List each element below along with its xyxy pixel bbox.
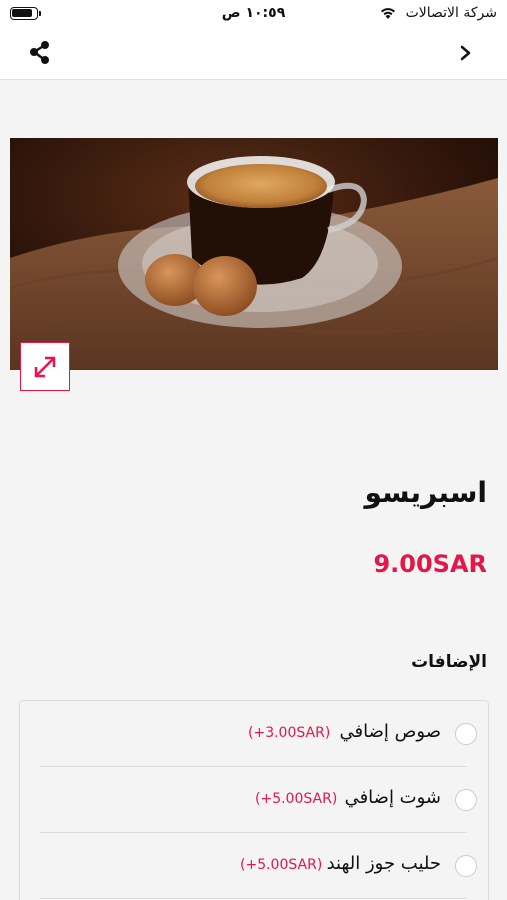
product-price: 9.00SAR [373,550,487,578]
share-icon[interactable] [26,39,54,67]
addon-option[interactable]: صوص إضافي (+3.00SAR) [40,701,477,767]
nav-bar [0,30,507,80]
addons-list: صوص إضافي (+3.00SAR) شوت إضافي (+5.00SAR… [19,700,489,900]
addon-radio[interactable] [455,789,477,811]
expand-image-button[interactable] [20,342,70,391]
carrier-name: شركة الاتصالات [405,5,497,21]
wifi-icon [381,8,395,19]
addon-name: شوت إضافي [344,787,441,808]
addons-title: الإضافات [411,652,487,672]
status-bar: ١٠:٥٩ ص شركة الاتصالات [0,0,507,30]
addon-price: (+5.00SAR) [240,857,323,873]
chevron-right-icon[interactable] [459,42,473,64]
addon-price: (+3.00SAR) [248,725,331,741]
addon-price: (+5.00SAR) [255,791,338,807]
addon-radio[interactable] [455,855,477,877]
product-image [10,138,498,370]
addon-radio[interactable] [455,723,477,745]
addon-option[interactable]: شوت إضافي (+5.00SAR) [40,767,477,833]
addon-name: صوص إضافي [339,721,441,742]
product-name: اسبريسو [364,476,487,509]
addon-option[interactable]: حليب جوز الهند (+5.00SAR) [40,833,477,899]
expand-icon [34,356,56,377]
addon-name: حليب جوز الهند [326,853,441,874]
